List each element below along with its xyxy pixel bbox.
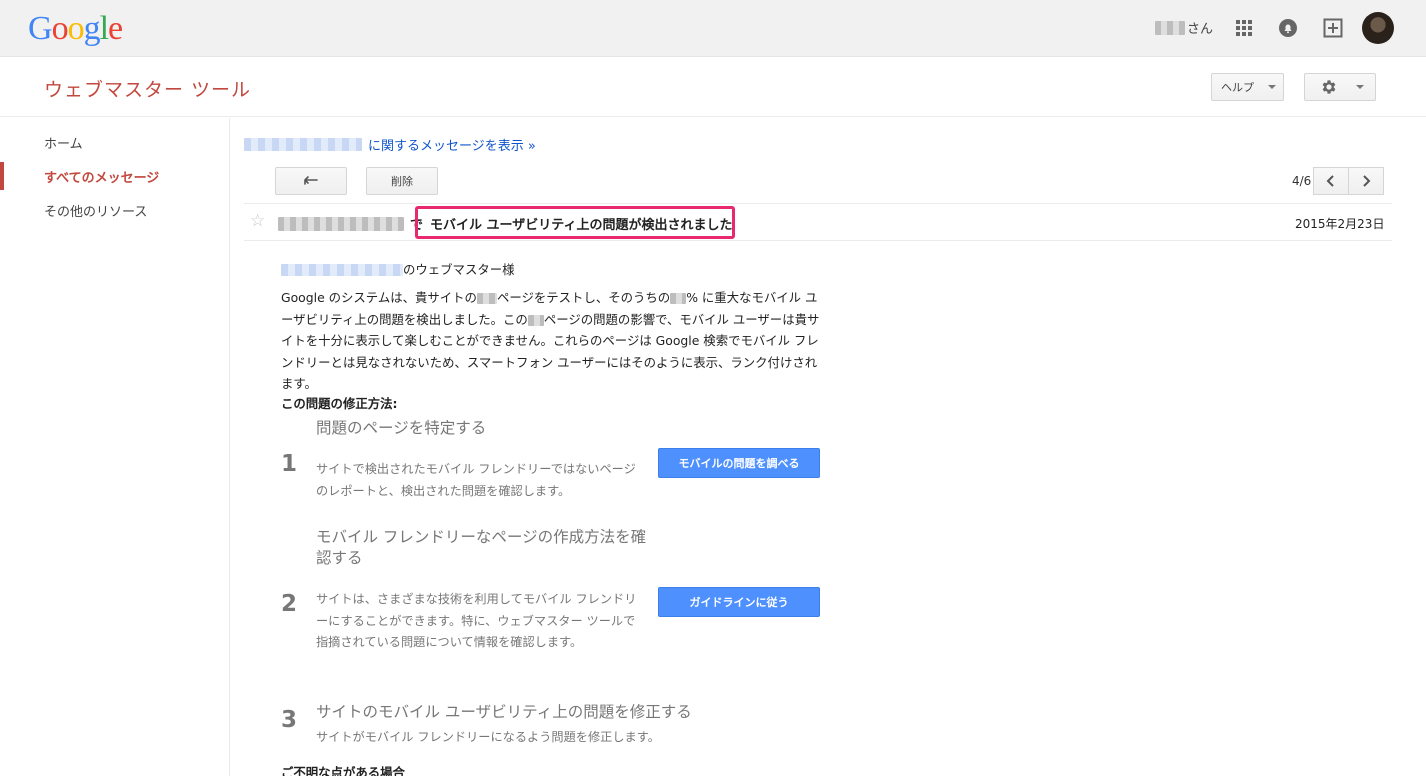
step-1-text: サイトで検出されたモバイル フレンドリーではないページのレポートと、検出された問…: [316, 462, 636, 498]
active-nav-indicator: [0, 162, 4, 190]
fix-heading: この問題の修正方法:: [281, 396, 398, 411]
help-dropdown-button[interactable]: ヘルプ: [1211, 73, 1284, 101]
google-bar: Google さん: [0, 0, 1426, 57]
sidebar-item-other-resources[interactable]: その他のリソース: [44, 201, 147, 220]
greeting: のウェブマスター様: [281, 259, 826, 281]
chevron-left-icon: [1326, 175, 1334, 187]
next-message-button[interactable]: [1348, 167, 1384, 195]
step-3-text: サイトがモバイル フレンドリーになるよう問題を修正します。: [316, 730, 660, 744]
previous-message-button[interactable]: [1313, 167, 1349, 195]
delete-button[interactable]: 削除: [366, 167, 438, 195]
step-2-title: モバイル フレンドリーなページの作成方法を確認する: [316, 528, 647, 567]
redacted-number: [527, 314, 544, 326]
settings-dropdown-button[interactable]: [1304, 73, 1376, 101]
redacted-site-url: [281, 263, 403, 276]
follow-guidelines-button[interactable]: ガイドラインに従う: [658, 587, 820, 617]
redacted-number: [670, 293, 687, 304]
step-2-number: 2: [281, 591, 298, 617]
view-site-messages-link[interactable]: に関するメッセージを表示 »: [244, 135, 536, 154]
apps-grid-icon[interactable]: [1233, 17, 1255, 39]
footer-heading: ご不明な点がある場合: [281, 765, 405, 776]
step-1-title: 問題のページを特定する: [316, 419, 487, 437]
redacted-name: [1155, 20, 1185, 35]
user-name[interactable]: さん: [1155, 18, 1213, 37]
google-logo[interactable]: Google: [28, 9, 123, 49]
back-button[interactable]: [275, 167, 347, 195]
back-arrow-icon: [304, 176, 318, 185]
sidebar-item-all-messages[interactable]: すべてのメッセージ: [44, 167, 159, 186]
product-header: ウェブマスター ツール ヘルプ: [0, 57, 1426, 117]
step-3-title: サイトのモバイル ユーザビリティ上の問題を修正する: [316, 703, 692, 721]
redacted-number: [476, 293, 497, 304]
message-date: 2015年2月23日: [1295, 217, 1385, 231]
message-count: 4/6: [1292, 174, 1312, 188]
chevron-down-icon: [1268, 85, 1276, 89]
redacted-site-name: [278, 216, 404, 231]
gear-icon: [1322, 80, 1336, 94]
step-3-number: 3: [281, 707, 298, 733]
message-paragraph: Google のシステムは、貴サイトの ページをテストし、そのうちの% に重大なモ…: [281, 290, 820, 391]
notifications-bell-icon[interactable]: [1277, 17, 1299, 39]
subject-highlight-box: [415, 206, 735, 239]
divider: [244, 240, 1392, 241]
account-avatar[interactable]: [1362, 12, 1394, 44]
chevron-down-icon: [1356, 85, 1364, 89]
divider: [244, 203, 1392, 204]
check-mobile-issues-button[interactable]: モバイルの問題を調べる: [658, 448, 820, 478]
share-plus-icon[interactable]: [1322, 17, 1344, 39]
step-2-text: サイトは、さまざまな技術を利用してモバイル フレンドリーにすることができます。特…: [316, 592, 637, 649]
redacted-site-url: [244, 138, 362, 151]
chevron-right-icon: [1363, 175, 1371, 187]
step-1-number: 1: [281, 451, 298, 477]
sidebar-item-home[interactable]: ホーム: [44, 133, 83, 152]
product-title[interactable]: ウェブマスター ツール: [44, 75, 251, 102]
star-icon[interactable]: ☆: [250, 211, 265, 231]
